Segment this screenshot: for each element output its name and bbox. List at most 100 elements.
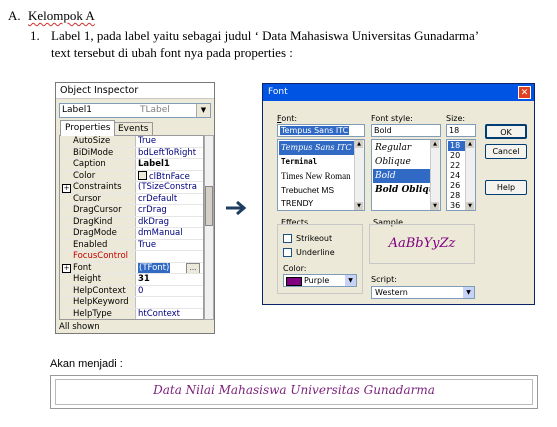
property-row[interactable]: Font (TFont)... + <box>60 262 203 275</box>
underline-checkbox[interactable] <box>283 248 292 257</box>
ellipsis-button[interactable]: ... <box>186 262 200 274</box>
style-list-item[interactable]: Regular <box>373 141 411 155</box>
font-name-list[interactable]: Tempus Sans ITC Terminal Times New Roman… <box>277 139 365 211</box>
cancel-button[interactable]: Cancel <box>485 144 527 159</box>
expand-icon[interactable]: + <box>62 264 71 273</box>
script-label: Script: <box>371 275 397 284</box>
property-row[interactable]: BiDiMode bdLeftToRight <box>60 147 203 160</box>
size-list-item[interactable]: 36 <box>448 201 460 210</box>
scroll-up-icon[interactable]: ▲ <box>355 140 363 148</box>
font-name-label: Font: <box>277 114 298 123</box>
property-key: DragMode <box>60 228 136 239</box>
scroll-up-icon[interactable]: ▲ <box>466 140 474 148</box>
tab-events[interactable]: Events <box>113 122 154 135</box>
property-row[interactable]: HelpContext 0 <box>60 285 203 298</box>
font-list-item[interactable]: TRENDY <box>279 197 313 210</box>
property-key: DragKind <box>60 216 136 228</box>
strikeout-checkbox[interactable] <box>283 234 292 243</box>
item-line-1: Label 1, pada label yaitu sebagai judul … <box>51 28 480 43</box>
color-label: Color: <box>283 264 307 273</box>
help-button[interactable]: Help <box>485 180 527 195</box>
font-style-input[interactable]: Bold <box>371 124 441 137</box>
property-row[interactable]: Caption Label1 <box>60 159 203 171</box>
property-value[interactable]: crDefault <box>138 194 202 205</box>
property-value[interactable]: True <box>138 240 202 251</box>
property-value[interactable]: bdLeftToRight <box>138 148 202 159</box>
property-row[interactable]: HelpKeyword <box>60 297 203 309</box>
property-value[interactable] <box>138 297 202 308</box>
property-value[interactable] <box>138 251 202 262</box>
property-value[interactable]: crDrag <box>138 205 202 216</box>
property-key: Enabled <box>60 239 136 251</box>
font-list-item[interactable]: Trebuchet MS <box>279 183 334 197</box>
size-list-item[interactable]: 20 <box>448 151 460 161</box>
style-list-scrollbar[interactable]: ▲ ▼ <box>430 140 440 210</box>
font-list-item[interactable]: Times New Roman <box>279 169 351 183</box>
style-list-item[interactable]: Oblique <box>373 155 411 169</box>
property-value[interactable]: dmManual <box>138 228 202 239</box>
close-icon[interactable]: ✕ <box>518 86 531 99</box>
scrollbar-thumb[interactable] <box>205 186 213 226</box>
strikeout-label: Strikeout <box>296 234 333 243</box>
font-dialog-title: Font <box>263 84 534 101</box>
property-row[interactable]: HelpType htContext <box>60 308 203 320</box>
property-value[interactable]: 31 <box>138 274 202 285</box>
font-style-list[interactable]: Regular Oblique Bold Bold Oblique ▲ ▼ <box>371 139 441 211</box>
tab-properties[interactable]: Properties <box>60 120 116 136</box>
object-inspector-title: Object Inspector <box>56 83 214 99</box>
size-list-scrollbar[interactable]: ▲ ▼ <box>465 140 475 210</box>
property-row[interactable]: DragCursor crDrag <box>60 205 203 217</box>
font-list-scrollbar[interactable]: ▲ ▼ <box>354 140 364 210</box>
property-row[interactable]: DragMode dmManual <box>60 228 203 240</box>
size-list-item[interactable]: 18 <box>448 141 466 151</box>
property-grid: AutoSize True BiDiMode bdLeftToRight Caption… <box>59 135 204 320</box>
script-select[interactable]: Western ▼ <box>371 286 475 299</box>
font-name-input[interactable]: Tempus Sans ITC <box>277 124 365 137</box>
property-row[interactable]: Height 31 <box>60 274 203 286</box>
property-value[interactable]: (TFont)... <box>138 262 202 274</box>
size-list-item[interactable]: 28 <box>448 191 460 201</box>
property-row[interactable]: AutoSize True <box>60 136 203 148</box>
scroll-down-icon[interactable]: ▼ <box>355 202 363 210</box>
font-size-input[interactable]: 18 <box>446 124 476 137</box>
property-value[interactable]: htContext <box>138 309 202 320</box>
property-row[interactable]: Enabled True <box>60 239 203 252</box>
scroll-down-icon[interactable]: ▼ <box>431 202 439 210</box>
property-row[interactable]: Color clBtnFace <box>60 170 203 183</box>
style-list-item[interactable]: Bold <box>373 169 431 183</box>
ok-button[interactable]: OK <box>485 124 527 139</box>
component-selector[interactable]: Label1 TLabel ▼ <box>59 103 211 118</box>
property-key: FocusControl <box>60 251 136 262</box>
property-row[interactable]: FocusControl <box>60 251 203 263</box>
scroll-up-icon[interactable]: ▲ <box>431 140 439 148</box>
property-row[interactable]: Constraints (TSizeConstra + <box>60 182 203 194</box>
chevron-down-icon[interactable]: ▼ <box>345 275 356 286</box>
property-grid-scrollbar[interactable] <box>204 135 214 320</box>
script-value: Western <box>375 288 408 297</box>
property-row[interactable]: Cursor crDefault <box>60 193 203 206</box>
property-value[interactable]: dkDrag <box>138 217 202 228</box>
scroll-down-icon[interactable]: ▼ <box>466 202 474 210</box>
expand-icon[interactable]: + <box>62 183 71 193</box>
property-value[interactable]: clBtnFace <box>138 170 202 181</box>
size-list-item[interactable]: 26 <box>448 181 460 191</box>
property-value[interactable]: (TSizeConstra <box>138 182 202 193</box>
property-key: Font <box>60 262 136 274</box>
font-list-item[interactable]: Terminal <box>279 155 317 169</box>
property-row[interactable]: DragKind dkDrag <box>60 216 203 229</box>
font-size-list[interactable]: 18 20 22 24 26 28 36 ▲ ▼ <box>446 139 476 211</box>
property-value[interactable]: Label1 <box>138 159 202 170</box>
property-key: Cursor <box>60 193 136 205</box>
font-list-item[interactable]: Tempus Sans ITC <box>279 141 355 155</box>
property-value[interactable]: 0 <box>138 286 202 297</box>
chevron-down-icon[interactable]: ▼ <box>196 104 210 117</box>
property-key: Caption <box>60 159 136 170</box>
property-key: HelpKeyword <box>60 297 136 308</box>
size-list-item[interactable]: 24 <box>448 171 460 181</box>
size-list-item[interactable]: 22 <box>448 161 460 171</box>
item-line-2: text tersebut di ubah font nya pada prop… <box>51 45 293 60</box>
property-value[interactable]: True <box>138 136 202 147</box>
color-value: Purple <box>304 276 330 285</box>
color-select[interactable]: Purple ▼ <box>283 274 357 287</box>
chevron-down-icon[interactable]: ▼ <box>463 287 474 298</box>
